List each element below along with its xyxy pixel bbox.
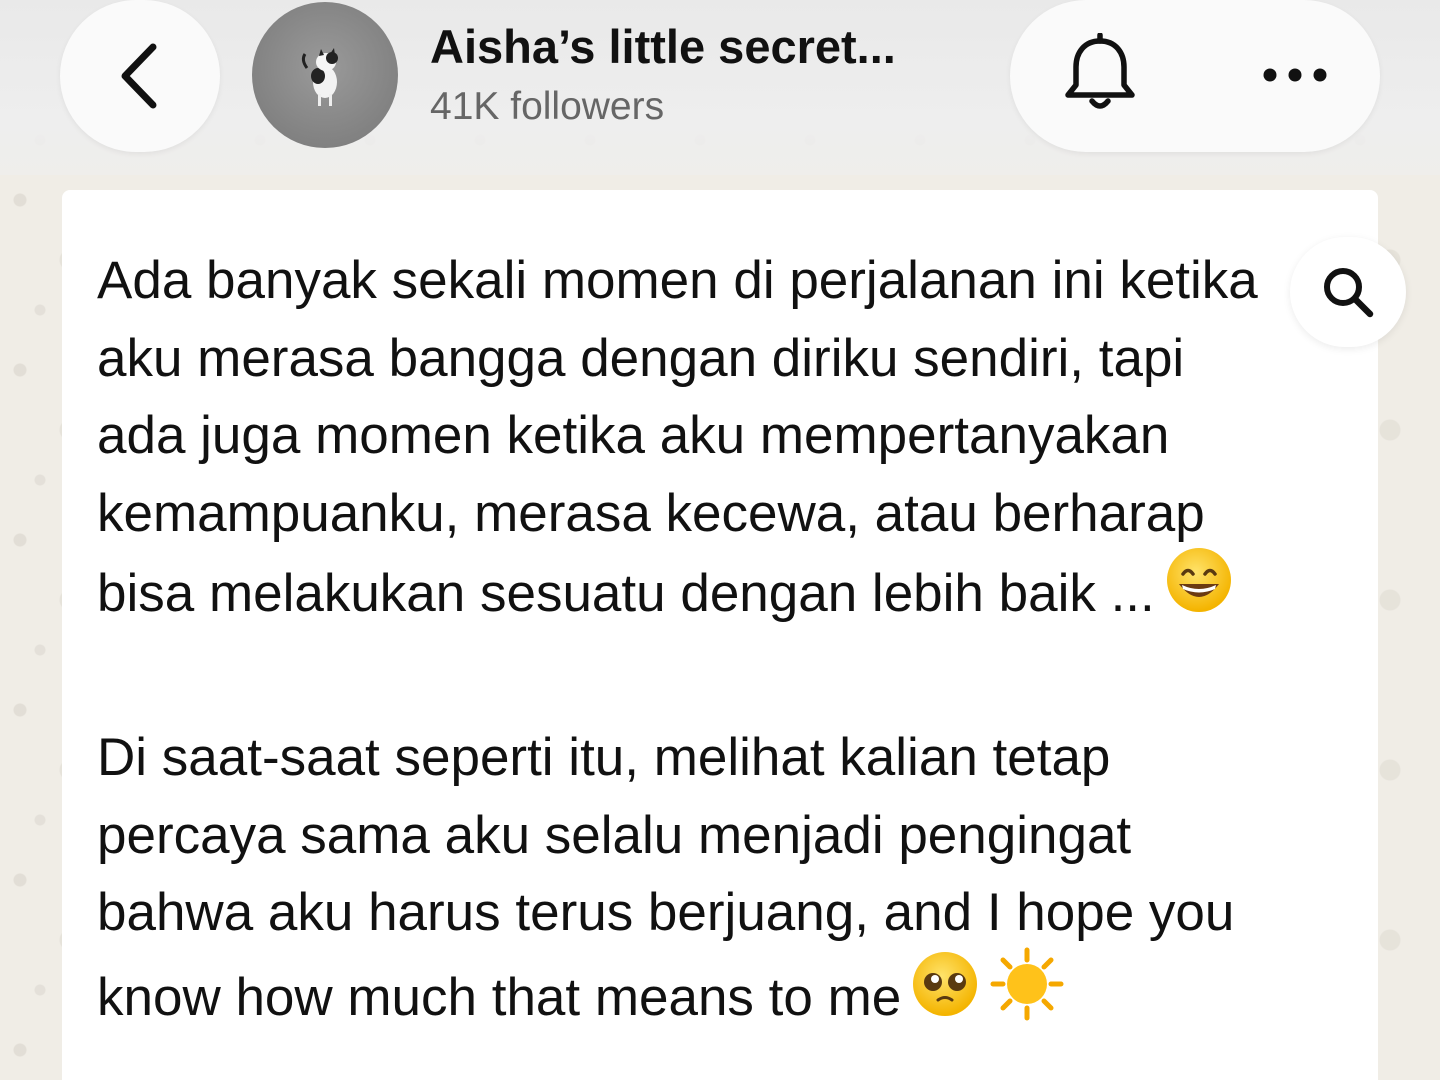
channel-avatar[interactable] xyxy=(252,2,398,148)
message-paragraph-2: Di saat-saat seperti itu, melihat kalian… xyxy=(97,728,1250,1027)
bell-icon xyxy=(1065,33,1135,109)
grinning-face-emoji xyxy=(1165,546,1233,636)
sun-emoji xyxy=(989,946,1065,1044)
message-text: Ada banyak sekali momen di perjalanan in… xyxy=(97,242,1277,1049)
more-options-button[interactable] xyxy=(1250,30,1340,120)
search-icon xyxy=(1324,268,1374,318)
chevron-left-icon xyxy=(121,43,157,109)
header-bar: Aisha’s little secret... 41K followers xyxy=(0,0,1440,175)
search-button[interactable] xyxy=(1290,237,1406,347)
header-actions xyxy=(1010,0,1380,152)
channel-message[interactable]: Ada banyak sekali momen di perjalanan in… xyxy=(62,190,1378,1080)
back-button[interactable] xyxy=(60,0,220,152)
channel-name: Aisha’s little secret... xyxy=(430,20,896,73)
cat-photo xyxy=(301,48,338,106)
notifications-button[interactable] xyxy=(1055,30,1145,120)
message-paragraph-1: Ada banyak sekali momen di perjalanan in… xyxy=(97,251,1273,623)
pleading-face-emoji xyxy=(911,950,979,1040)
more-horizontal-icon xyxy=(1263,68,1327,82)
channel-info[interactable]: Aisha’s little secret... 41K followers xyxy=(430,18,990,132)
follower-count: 41K followers xyxy=(430,85,665,128)
